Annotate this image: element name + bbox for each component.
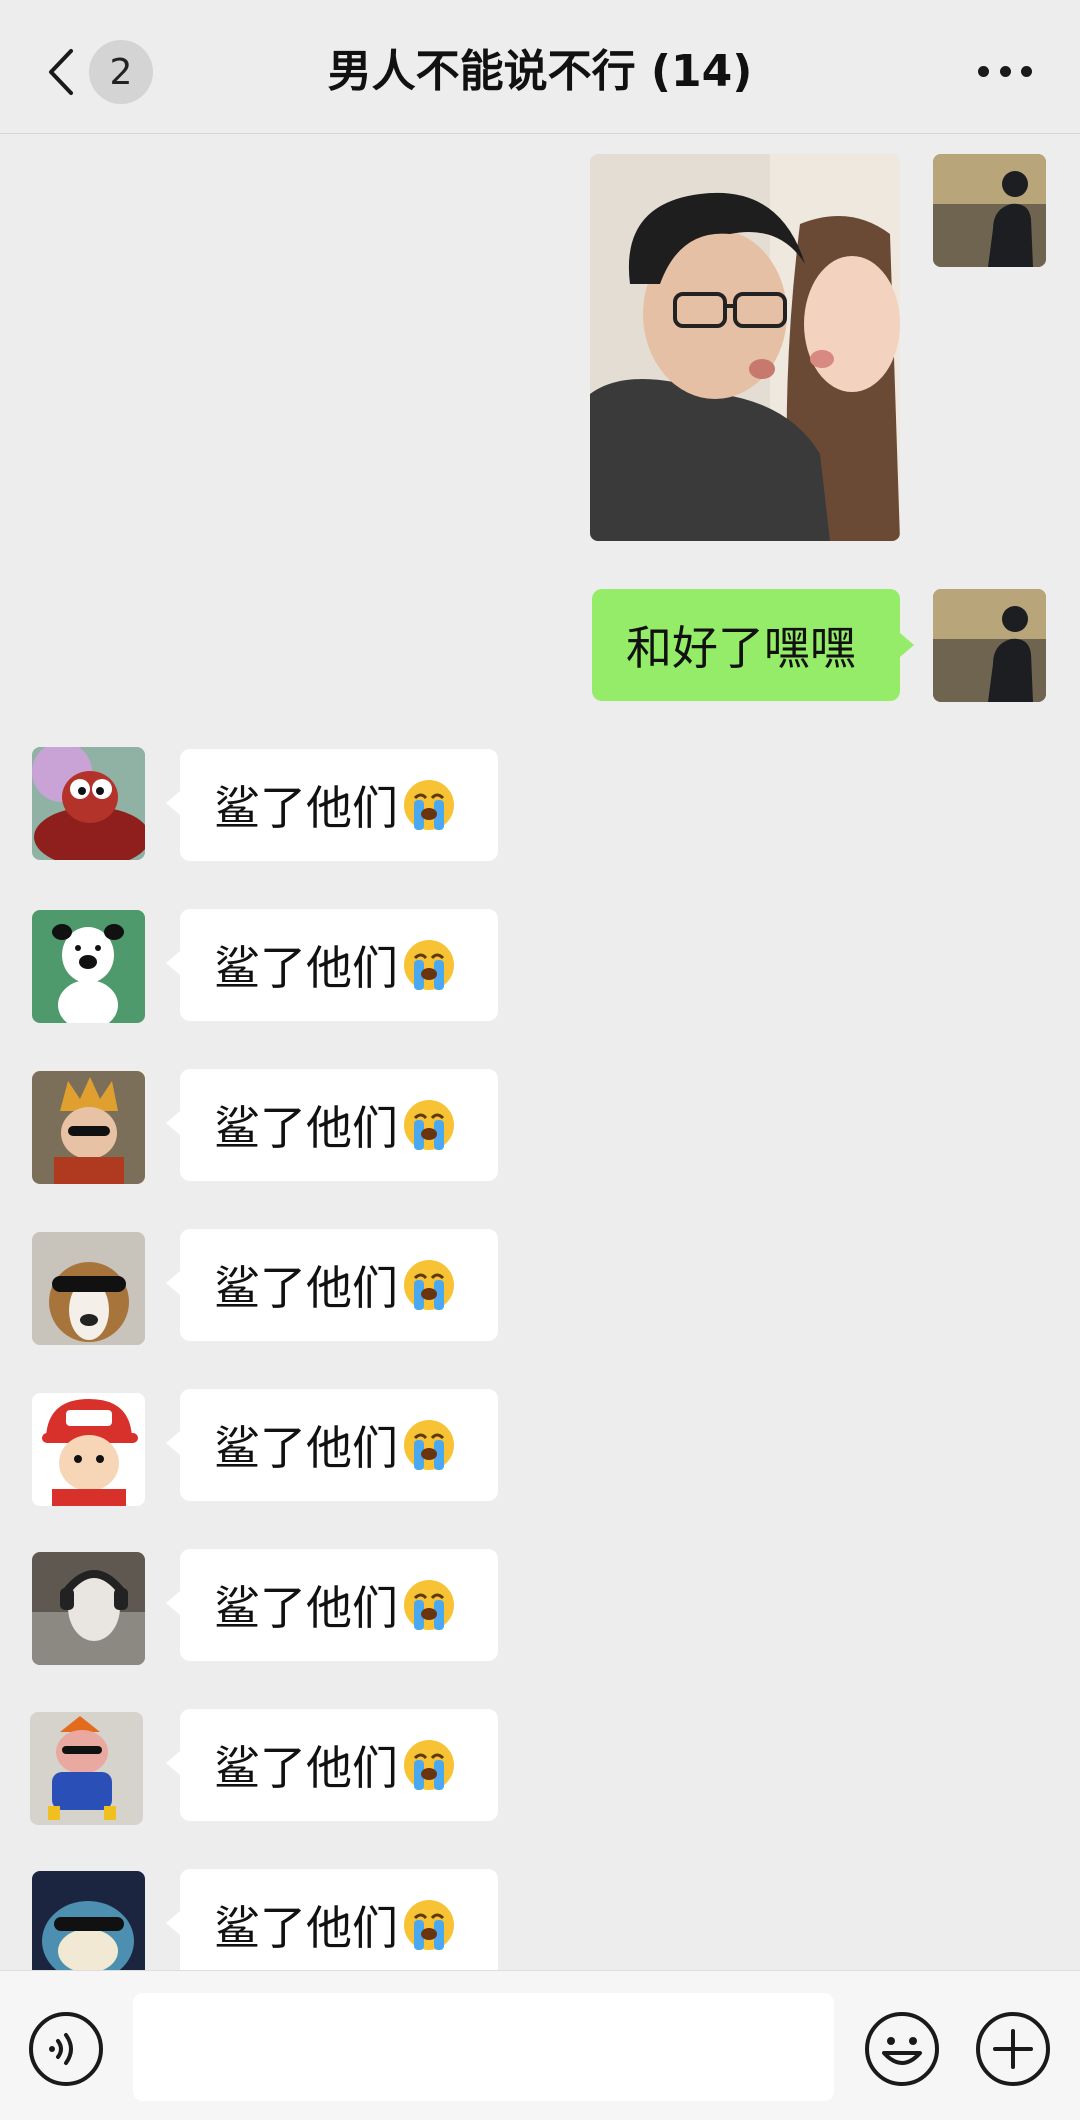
sent-photo[interactable] [590,154,900,541]
dot-icon [999,65,1011,77]
received-message-bubble[interactable]: 鲨了他们 [180,1389,498,1501]
message-text: 鲨了他们 [214,781,398,835]
received-message-bubble[interactable]: 鲨了他们 [180,909,498,1021]
my-avatar[interactable] [933,589,1046,702]
sender-avatar[interactable] [32,910,145,1023]
message-text: 鲨了他们 [214,941,398,995]
plus-icon [976,2012,1050,2086]
sent-message-bubble[interactable]: 和好了嘿嘿 [592,589,900,701]
bubble-tail [166,1271,180,1295]
crying-face-emoji-icon [404,1100,454,1150]
received-message-bubble[interactable]: 鲨了他们 [180,1549,498,1661]
bubble-tail [166,1431,180,1455]
more-actions-button[interactable] [975,2011,1051,2087]
received-message-bubble[interactable]: 鲨了他们 [180,1229,498,1341]
sender-avatar[interactable] [32,1552,145,1665]
voice-icon [29,2012,103,2086]
cartoon-dog-avatar-image [32,910,145,1023]
smiley-icon [865,2012,939,2086]
sender-avatar[interactable] [32,1871,145,1984]
received-message-bubble[interactable]: 鲨了他们 [180,749,498,861]
message-text: 鲨了他们 [214,1741,398,1795]
headphones-monkey-avatar-image [32,1552,145,1665]
emoji-button[interactable] [864,2011,940,2087]
sender-avatar[interactable] [32,1393,145,1506]
message-text: 鲨了他们 [214,1421,398,1475]
crying-face-emoji-icon [404,1260,454,1310]
chat-header: 2 男人不能说不行 (14) [0,0,1080,134]
message-text: 鲨了他们 [214,1261,398,1315]
cartoon-boy-cap-avatar-image [32,1393,145,1506]
voice-input-button[interactable] [28,2011,104,2087]
sender-avatar[interactable] [32,747,145,860]
bubble-tail [166,1591,180,1615]
sender-avatar[interactable] [32,1071,145,1184]
bubble-tail [166,1911,180,1935]
cartoon-bear-avatar-image [32,747,145,860]
crying-face-emoji-icon [404,780,454,830]
input-bar [0,1970,1080,2120]
message-input[interactable] [133,1993,834,2101]
sender-avatar[interactable] [30,1712,143,1825]
sender-avatar[interactable] [32,1232,145,1345]
received-message-bubble[interactable]: 鲨了他们 [180,1069,498,1181]
bubble-tail [166,1111,180,1135]
snorlax-sunglasses-avatar-image [32,1871,145,1984]
dot-icon [1021,65,1032,77]
crying-face-emoji-icon [404,1740,454,1790]
message-text: 和好了嘿嘿 [626,621,856,675]
dot-icon [978,65,989,77]
sunset-silhouette-image [933,154,1046,267]
crying-face-emoji-icon [404,1420,454,1470]
bubble-tail [166,1751,180,1775]
couple-photo-image [590,154,900,541]
message-text: 鲨了他们 [214,1101,398,1155]
bubble-tail [166,951,180,975]
more-options-button[interactable] [978,56,1032,86]
pig-costume-avatar-image [30,1712,143,1825]
crying-face-emoji-icon [404,1900,454,1950]
crying-face-emoji-icon [404,940,454,990]
sunset-silhouette-image [933,589,1046,702]
dog-sunglasses-avatar-image [32,1232,145,1345]
message-text: 鲨了他们 [214,1581,398,1635]
bubble-tail [900,633,914,657]
received-message-bubble[interactable]: 鲨了他们 [180,1869,498,1981]
crying-face-emoji-icon [404,1580,454,1630]
received-message-bubble[interactable]: 鲨了他们 [180,1709,498,1821]
message-text: 鲨了他们 [214,1901,398,1955]
chat-title: 男人不能说不行 (14) [327,46,753,97]
my-avatar[interactable] [933,154,1046,267]
crown-kid-avatar-image [32,1071,145,1184]
bubble-tail [166,791,180,815]
